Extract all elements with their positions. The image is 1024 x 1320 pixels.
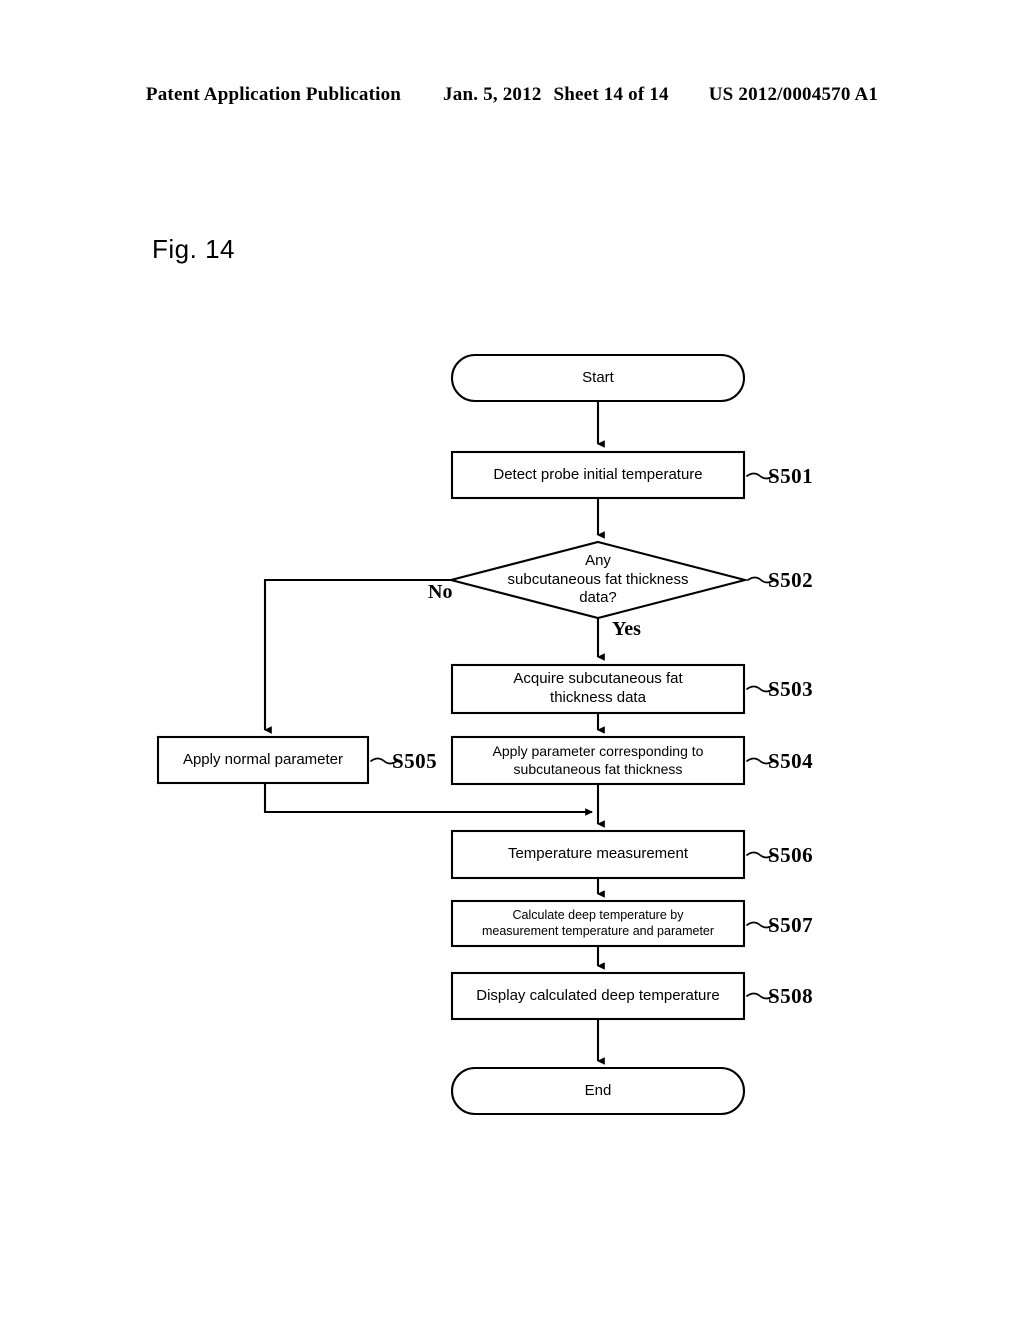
node-s506-shape — [450, 829, 746, 880]
node-end-shape — [450, 1066, 746, 1116]
flowchart-diagram — [156, 353, 775, 1116]
connector-s505-merge — [263, 783, 593, 816]
node-s507-shape — [450, 899, 746, 948]
connector-s502-no-to-s505 — [263, 578, 451, 734]
node-s503-shape — [450, 663, 746, 715]
step-ref-s504: S504 — [768, 749, 814, 773]
node-s505-shape — [156, 735, 370, 785]
node-s504-shape — [450, 735, 746, 786]
step-ref-s508: S508 — [768, 984, 814, 1008]
node-s508-shape — [450, 971, 746, 1021]
step-ref-s506: S506 — [768, 843, 814, 867]
step-ref-s505: S505 — [392, 749, 438, 773]
step-ref-s502: S502 — [768, 568, 814, 592]
branch-label-yes: Yes — [612, 618, 641, 640]
branch-label-no: No — [428, 581, 453, 603]
node-s502-shape — [446, 540, 750, 620]
step-ref-s503: S503 — [768, 677, 814, 701]
step-ref-s501: S501 — [768, 464, 814, 488]
node-s501-shape — [450, 450, 746, 500]
node-start-shape — [450, 353, 746, 403]
step-ref-s507: S507 — [768, 913, 814, 937]
